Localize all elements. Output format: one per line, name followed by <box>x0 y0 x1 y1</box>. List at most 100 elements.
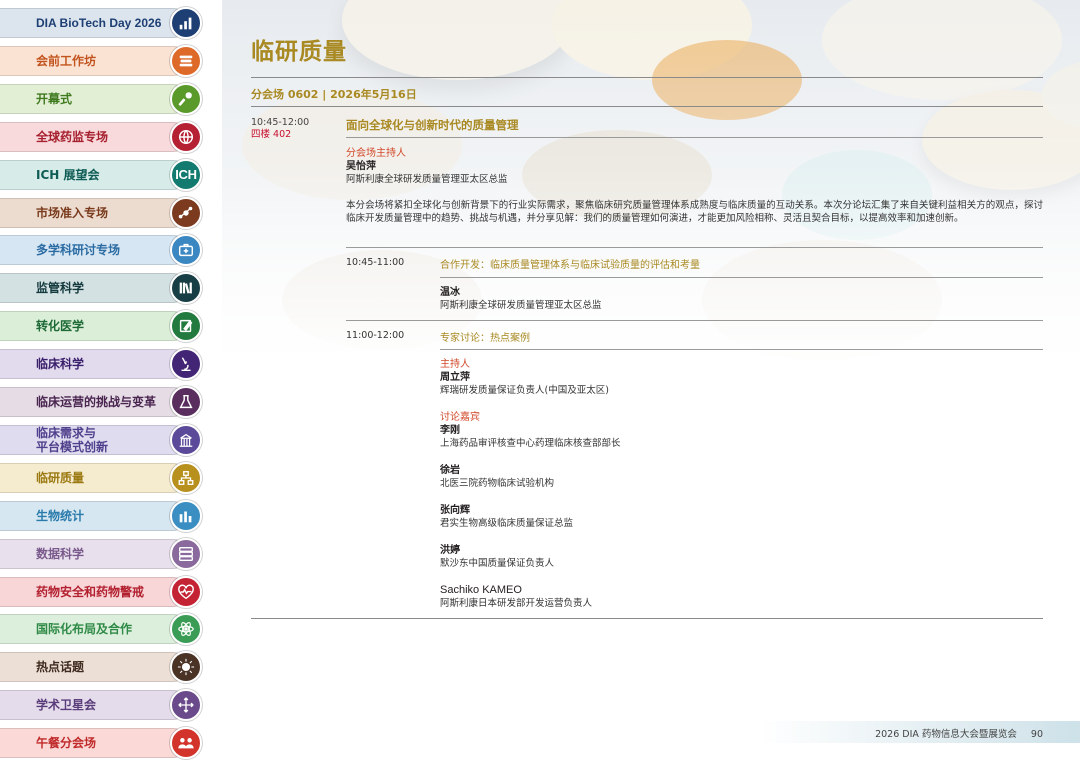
panelist-affiliation: 阿斯利康日本研发部开发运营负责人 <box>440 598 593 609</box>
sidebar-item-label: 市场准入专场 <box>36 205 109 220</box>
sidebar-item[interactable]: 临研质量 <box>0 461 204 495</box>
sidebar-item-label: 数据科学 <box>36 546 85 561</box>
session-header: 分会场 0602 | 2026年5月16日 <box>251 88 417 101</box>
move-arrows-icon <box>170 689 202 722</box>
chair-role: 分会场主持人 <box>346 148 406 159</box>
sidebar-item-label: 生物统计 <box>36 508 85 523</box>
panelist-name: 李刚 <box>440 425 460 436</box>
heartbeat-icon <box>170 575 202 608</box>
sidebar-item-label: ICH 展望会 <box>36 167 100 182</box>
sidebar-item-label: 会前工作坊 <box>36 53 97 68</box>
sidebar-item-bar <box>0 349 188 380</box>
sidebar-item[interactable]: 生物统计 <box>0 499 204 533</box>
books-icon <box>170 44 202 77</box>
panelist-name: 洪婷 <box>440 545 460 556</box>
sidebar-item[interactable]: 学术卫星会 <box>0 688 204 722</box>
panelist-name: 张向辉 <box>440 505 470 516</box>
sidebar-item[interactable]: 开幕式 <box>0 82 204 116</box>
speaker-name: 温冰 <box>440 287 460 298</box>
talk-title: 合作开发：临床质量管理体系与临床试验质量的评估和考量 <box>440 260 700 271</box>
divider <box>440 349 1043 350</box>
sidebar-item[interactable]: 国际化布局及合作 <box>0 612 204 646</box>
session-description: 本分会场将紧扣全球化与创新背景下的行业实际需求，聚焦临床研究质量管理体系成熟度与… <box>346 200 1043 224</box>
sidebar-item-bar <box>0 273 188 304</box>
panelist: 洪婷 默沙东中国质量保证负责人 <box>440 544 554 570</box>
hierarchy-icon <box>170 461 202 494</box>
session-room: 四楼 402 <box>251 129 292 140</box>
sidebar-item[interactable]: 临床科学 <box>0 347 204 381</box>
sidebar-item-bar <box>0 652 188 683</box>
divider <box>346 137 1043 138</box>
medkit-icon <box>170 234 202 267</box>
ich-icon-text: ICH <box>175 167 197 183</box>
sidebar-item[interactable]: 全球药监专场 <box>0 120 204 154</box>
talk-time: 11:00-12:00 <box>346 330 405 341</box>
talk-speaker: 温冰 阿斯利康全球研发质量管理亚太区总监 <box>440 286 602 312</box>
session-time: 10:45-12:00 <box>251 117 310 128</box>
sidebar-item[interactable]: 临床需求与 平台模式创新 <box>0 423 204 457</box>
sidebar-item-label-line: 平台模式创新 <box>36 439 109 454</box>
pencil-note-icon <box>170 310 202 343</box>
sidebar-item-label: 临床需求与 平台模式创新 <box>36 426 108 454</box>
sidebar-item-label: 监管科学 <box>36 281 85 296</box>
sidebar-item[interactable]: 午餐分会场 <box>0 726 204 760</box>
sidebar-item[interactable]: 数据科学 <box>0 537 204 571</box>
page-footer: 2026 DIA 药物信息大会暨展览会 90 <box>875 726 1043 740</box>
sidebar-item-bar <box>0 83 188 114</box>
sidebar-item-label: 学术卫星会 <box>36 698 97 713</box>
people-discussion-icon <box>170 727 202 760</box>
page-number: 90 <box>1030 729 1043 740</box>
sidebar-item-label: 转化医学 <box>36 319 85 334</box>
sidebar-item[interactable]: 会前工作坊 <box>0 44 204 78</box>
moderator-affiliation: 辉瑞研发质量保证负责人(中国及亚太区) <box>440 385 609 396</box>
sidebar-item[interactable]: DIA BioTech Day 2026 <box>0 6 204 40</box>
sidebar-item-bar <box>0 538 188 569</box>
talk-time: 10:45-11:00 <box>346 257 405 268</box>
sidebar-item-label: 多学科研讨专场 <box>36 243 121 258</box>
sidebar-item[interactable]: 监管科学 <box>0 271 204 305</box>
ich-icon: ICH <box>170 158 202 191</box>
sidebar-item[interactable]: 热点话题 <box>0 650 204 684</box>
session-chair: 分会场主持人 吴怡萍 阿斯利康全球研发质量管理亚太区总监 <box>346 147 508 186</box>
sidebar-item[interactable]: ICH 展望会 ICH <box>0 158 204 192</box>
page-title: 临研质量 <box>251 39 347 65</box>
database-icon <box>170 537 202 570</box>
sidebar-item[interactable]: 临床运营的挑战与变革 <box>0 385 204 419</box>
bar-chart-icon <box>170 7 202 39</box>
moderator-name: 周立萍 <box>440 372 470 383</box>
globe-icon <box>170 120 202 153</box>
sidebar-item-bar <box>0 462 188 493</box>
sidebar-item-label: 全球药监专场 <box>36 129 109 144</box>
panelist: 李刚 上海药品审评核查中心药理临床核查部部长 <box>440 424 621 450</box>
sidebar-item[interactable]: 多学科研讨专场 <box>0 233 204 267</box>
microphone-icon <box>170 82 202 115</box>
sidebar-item-label: 临研质量 <box>36 470 85 485</box>
sidebar-item-label-line: 临床需求与 <box>36 425 97 440</box>
sidebar-item[interactable]: 转化医学 <box>0 309 204 343</box>
network-icon <box>170 196 202 229</box>
atom-icon <box>170 613 202 646</box>
panel-role-label: 讨论嘉宾 <box>440 411 480 424</box>
chair-affiliation: 阿斯利康全球研发质量管理亚太区总监 <box>346 174 508 185</box>
sidebar-item-label: DIA BioTech Day 2026 <box>36 16 162 30</box>
sidebar-item[interactable]: 市场准入专场 <box>0 196 204 230</box>
panelist-affiliation: 默沙东中国质量保证负责人 <box>440 558 555 569</box>
session-title: 面向全球化与创新时代的质量管理 <box>346 118 519 132</box>
flask-icon <box>170 386 202 418</box>
microscope-icon <box>170 348 202 381</box>
moderator-role: 主持人 <box>440 359 470 370</box>
sidebar-item[interactable]: 药物安全和药物警戒 <box>0 575 204 609</box>
panelist: Sachiko KAMEO 阿斯利康日本研发部开发运营负责人 <box>440 584 592 610</box>
divider <box>346 320 1043 321</box>
sidebar-item-bar <box>0 311 188 342</box>
divider <box>346 247 1043 248</box>
bookshelf-icon <box>170 272 202 305</box>
sun-icon <box>170 651 202 684</box>
sidebar-item-label: 国际化布局及合作 <box>36 622 133 637</box>
speaker-affiliation: 阿斯利康全球研发质量管理亚太区总监 <box>440 300 602 311</box>
talk-title: 专家讨论：热点案例 <box>440 333 530 344</box>
panelist: 徐岩 北医三院药物临床试验机构 <box>440 464 554 490</box>
panelist-affiliation: 上海药品审评核查中心药理临床核查部部长 <box>440 438 621 449</box>
column-chart-icon <box>170 499 202 532</box>
footer-title: 2026 DIA 药物信息大会暨展览会 <box>875 729 1017 740</box>
